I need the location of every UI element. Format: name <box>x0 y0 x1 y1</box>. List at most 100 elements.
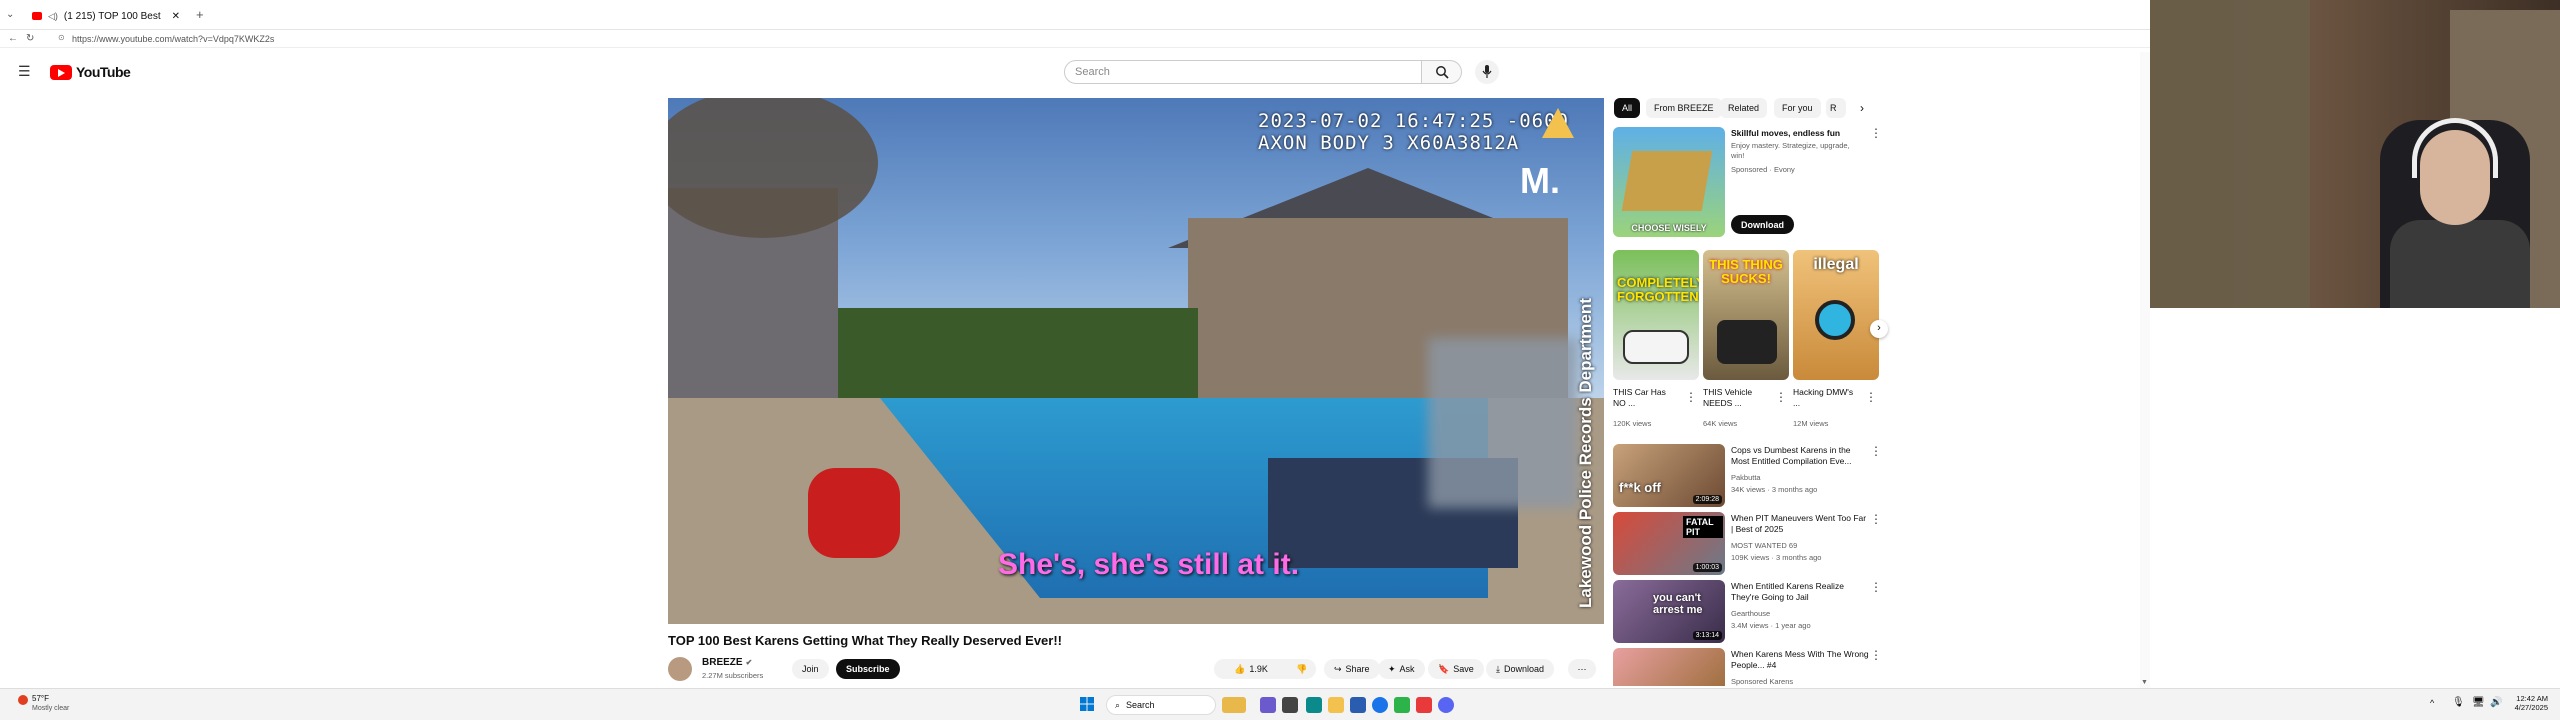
short-menu-icon[interactable]: ⋮ <box>1685 391 1697 403</box>
discord-icon[interactable] <box>1438 697 1454 713</box>
short-thumbnail[interactable]: illegal <box>1793 250 1879 380</box>
short-thumbnail-text: THIS THING SUCKS! <box>1709 257 1783 286</box>
search-input[interactable]: Search <box>1064 60 1422 84</box>
youtube-logo[interactable]: YouTube <box>50 64 131 80</box>
video-thumbnail[interactable] <box>1613 648 1725 686</box>
voice-search-button[interactable] <box>1475 60 1499 84</box>
short-device-shape <box>1815 300 1855 340</box>
short-title[interactable]: THIS Car Has NO ... <box>1613 387 1675 409</box>
microphone-tray-icon[interactable]: 🎙 <box>2452 697 2465 708</box>
video-title-link[interactable]: When Karens Mess With The Wrong People..… <box>1731 649 1869 671</box>
share-button[interactable]: ↪ Share <box>1324 659 1380 679</box>
short-title[interactable]: Hacking DMW's ... <box>1793 387 1855 409</box>
search-button[interactable] <box>1422 60 1462 84</box>
taskbar-search-label: Search <box>1126 700 1155 710</box>
chips-next-chevron-icon[interactable]: › <box>1860 101 1864 115</box>
like-button[interactable]: 👍 1.9K <box>1214 659 1288 679</box>
video-menu-icon[interactable]: ⋮ <box>1870 581 1882 593</box>
video-menu-icon[interactable]: ⋮ <box>1870 445 1882 457</box>
short-menu-icon[interactable]: ⋮ <box>1865 391 1877 403</box>
weather-temp[interactable]: 57°F <box>32 694 49 703</box>
tab-audio-icon[interactable]: ◁) <box>48 11 58 22</box>
short-car-shape <box>1623 330 1689 364</box>
chrome-icon[interactable] <box>1372 697 1388 713</box>
video-channel[interactable]: MOST WANTED 69 <box>1731 541 1797 551</box>
video-channel[interactable]: Gearthouse <box>1731 609 1770 619</box>
more-actions-button[interactable]: ⋯ <box>1568 659 1596 679</box>
back-arrow-icon[interactable]: ← <box>8 33 18 44</box>
short-thumbnail[interactable]: COMPLETELY FORGOTTEN <box>1613 250 1699 380</box>
browser-tab[interactable]: ◁) (1 215) TOP 100 Best Karens G ✕ <box>26 4 186 28</box>
channel-name[interactable]: BREEZE <box>702 657 743 668</box>
save-button[interactable]: 🔖 Save <box>1428 659 1484 679</box>
subscribe-button[interactable]: Subscribe <box>836 659 900 679</box>
channel-avatar[interactable] <box>668 657 692 681</box>
task-view-icon[interactable] <box>1282 697 1298 713</box>
new-tab-icon[interactable]: + <box>196 7 204 22</box>
ad-description: Enjoy mastery. Strategize, upgrade, win! <box>1731 141 1850 160</box>
video-thumbnail[interactable]: you can't arrest me 3:13:14 <box>1613 580 1725 643</box>
shorts-next-button[interactable]: › <box>1870 320 1888 338</box>
video-thumbnail[interactable]: f**k off 2:09:28 <box>1613 444 1725 507</box>
file-explorer-icon[interactable] <box>1328 697 1344 713</box>
thumbs-up-icon: 👍 <box>1234 663 1246 674</box>
join-button[interactable]: Join <box>792 659 829 679</box>
more-horizontal-icon: ⋯ <box>1577 663 1587 674</box>
video-thumbnail-text: FATAL PIT <box>1683 516 1723 538</box>
short-vehicle-shape <box>1717 320 1777 364</box>
tray-chevron-icon[interactable]: ^ <box>2430 698 2434 708</box>
store-icon[interactable] <box>1350 697 1366 713</box>
ad-thumbnail[interactable]: CHOOSE WISELY <box>1613 127 1725 237</box>
taskbar-search[interactable]: ⌕ Search <box>1106 695 1216 715</box>
chip-for-you[interactable]: For you <box>1774 98 1821 118</box>
sparkle-icon: ✦ <box>1388 663 1396 674</box>
download-button[interactable]: ⤓ Download <box>1486 659 1555 679</box>
clock[interactable]: 12:42 AM 4/27/2025 <box>2508 694 2548 712</box>
hamburger-menu-icon[interactable]: ☰ <box>18 63 31 80</box>
edge-browser-icon[interactable] <box>1306 697 1322 713</box>
widgets-icon[interactable] <box>1222 697 1246 713</box>
windows-start-icon[interactable] <box>1080 697 1094 711</box>
site-info-icon[interactable]: ⊙ <box>58 33 65 42</box>
video-title-link[interactable]: Cops vs Dumbest Karens in the Most Entit… <box>1731 445 1869 467</box>
app-icon[interactable] <box>1416 697 1432 713</box>
short-title[interactable]: THIS Vehicle NEEDS ... <box>1703 387 1765 409</box>
video-channel[interactable]: Sponsored Karens <box>1731 677 1793 687</box>
ask-label: Ask <box>1399 664 1415 674</box>
network-icon[interactable]: 🖥 <box>2472 697 2485 708</box>
scroll-down-icon[interactable]: ▼ <box>2141 679 2148 686</box>
video-player[interactable]: 2023-07-02 16:47:25 -0600 AXON BODY 3 X6… <box>668 98 1604 624</box>
dislike-button[interactable]: 👎 <box>1288 659 1316 679</box>
youtube-favicon-icon <box>32 12 42 20</box>
video-menu-icon[interactable]: ⋮ <box>1870 649 1882 661</box>
chip-all[interactable]: All <box>1614 98 1641 118</box>
video-thumbnail[interactable]: FATAL PIT 1:00:03 <box>1613 512 1725 575</box>
short-views: 12M views <box>1793 419 1829 428</box>
ad-download-button[interactable]: Download <box>1731 215 1794 234</box>
like-count: 1.9K <box>1249 664 1268 674</box>
video-title-link[interactable]: When Entitled Karens Realize They're Goi… <box>1731 581 1869 603</box>
ad-menu-icon[interactable]: ⋮ <box>1870 127 1882 139</box>
volume-icon[interactable]: 🔊 <box>2490 697 2502 708</box>
tab-close-icon[interactable]: ✕ <box>172 11 180 22</box>
video-channel[interactable]: Pakbutta <box>1731 473 1761 483</box>
share-icon: ↪ <box>1334 663 1342 674</box>
tab-list-chevron-icon[interactable]: ⌄ <box>6 9 14 20</box>
tab-title: (1 215) TOP 100 Best Karens G <box>63 10 164 22</box>
url-field[interactable]: https://www.youtube.com/watch?v=Vdpq7KWK… <box>72 34 274 44</box>
chip-related[interactable]: Related <box>1720 98 1768 118</box>
short-menu-icon[interactable]: ⋮ <box>1775 391 1787 403</box>
video-title-link[interactable]: When PIT Maneuvers Went Too Far | Best o… <box>1731 513 1869 535</box>
short-thumbnail[interactable]: THIS THING SUCKS! <box>1703 250 1789 380</box>
subscriber-count: 2.27M subscribers <box>702 671 764 680</box>
copilot-icon[interactable] <box>1260 697 1276 713</box>
video-menu-icon[interactable]: ⋮ <box>1870 513 1882 525</box>
refresh-icon[interactable]: ↻ <box>26 33 34 44</box>
chip-from-channel[interactable]: From BREEZE <box>1646 98 1722 118</box>
page-scrollbar[interactable]: ▼ <box>2140 52 2150 688</box>
ask-button[interactable]: ✦ Ask <box>1378 659 1425 679</box>
ad-title[interactable]: Skillful moves, endless fun <box>1731 128 1871 139</box>
chip-truncated[interactable]: R <box>1826 98 1846 118</box>
verified-icon: ✔ <box>745 658 753 667</box>
spotify-icon[interactable] <box>1394 697 1410 713</box>
